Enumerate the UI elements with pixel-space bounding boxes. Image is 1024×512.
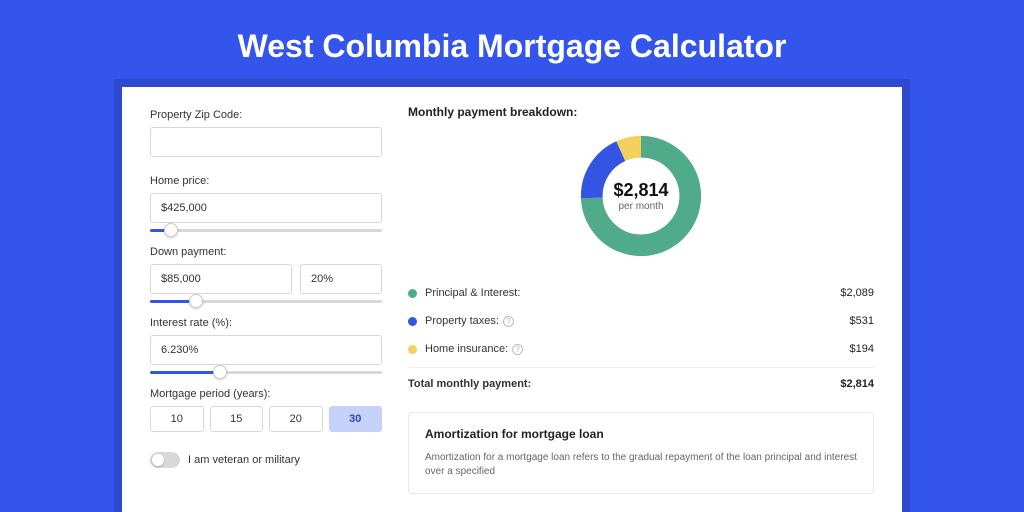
slider-thumb[interactable] (213, 365, 227, 379)
rate-label: Interest rate (%): (150, 317, 382, 329)
amortization-title: Amortization for mortgage loan (425, 427, 857, 441)
period-btn-10[interactable]: 10 (150, 406, 204, 432)
veteran-label: I am veteran or military (188, 454, 300, 466)
rate-slider[interactable] (150, 371, 382, 374)
down-payment-block: Down payment: (150, 246, 382, 303)
amortization-text: Amortization for a mortgage loan refers … (425, 451, 857, 479)
legend-row-total: Total monthly payment: $2,814 (408, 367, 874, 398)
info-icon[interactable]: ? (512, 344, 523, 355)
zip-input[interactable] (150, 127, 382, 157)
donut-center: $2,814 per month (576, 131, 706, 261)
page-title: West Columbia Mortgage Calculator (0, 0, 1024, 87)
legend-dot-icon (408, 317, 417, 326)
calculator-card: Property Zip Code: Home price: Down paym… (122, 87, 902, 512)
amortization-box: Amortization for mortgage loan Amortizat… (408, 412, 874, 494)
legend-label-taxes: Property taxes: (425, 315, 499, 327)
legend-dot-icon (408, 289, 417, 298)
slider-thumb[interactable] (189, 294, 203, 308)
veteran-toggle[interactable] (150, 452, 180, 468)
inputs-column: Property Zip Code: Home price: Down paym… (122, 87, 402, 512)
info-icon[interactable]: ? (503, 316, 514, 327)
legend-dot-icon (408, 345, 417, 354)
results-column: Monthly payment breakdown: $2,814 per mo… (402, 87, 902, 512)
home-price-block: Home price: (150, 175, 382, 232)
legend-value-principal: $2,089 (840, 287, 874, 299)
legend-row-principal: Principal & Interest: $2,089 (408, 279, 874, 307)
period-btn-20[interactable]: 20 (269, 406, 323, 432)
donut-chart: $2,814 per month (576, 131, 706, 261)
slider-thumb[interactable] (164, 223, 178, 237)
legend-row-taxes: Property taxes: ? $531 (408, 307, 874, 335)
veteran-row: I am veteran or military (150, 452, 382, 468)
legend-value-taxes: $531 (850, 315, 874, 327)
zip-label: Property Zip Code: (150, 109, 382, 121)
down-payment-label: Down payment: (150, 246, 382, 258)
down-payment-slider[interactable] (150, 300, 382, 303)
donut-chart-wrap: $2,814 per month (408, 131, 874, 261)
rate-input[interactable] (150, 335, 382, 365)
donut-sub: per month (618, 201, 663, 212)
donut-amount: $2,814 (613, 180, 668, 201)
home-price-input[interactable] (150, 193, 382, 223)
down-payment-pct-input[interactable] (300, 264, 382, 294)
home-price-slider[interactable] (150, 229, 382, 232)
period-label: Mortgage period (years): (150, 388, 382, 400)
legend-row-insurance: Home insurance: ? $194 (408, 335, 874, 363)
down-payment-input[interactable] (150, 264, 292, 294)
breakdown-title: Monthly payment breakdown: (408, 105, 874, 119)
slider-fill (150, 371, 220, 374)
zip-field-block: Property Zip Code: (150, 109, 382, 161)
legend-label-insurance: Home insurance: (425, 343, 508, 355)
legend-total-label: Total monthly payment: (408, 378, 531, 390)
legend-value-insurance: $194 (850, 343, 874, 355)
legend-label-principal: Principal & Interest: (425, 287, 520, 299)
legend-total-value: $2,814 (840, 378, 874, 390)
home-price-label: Home price: (150, 175, 382, 187)
rate-block: Interest rate (%): (150, 317, 382, 374)
period-options: 10 15 20 30 (150, 406, 382, 432)
period-btn-15[interactable]: 15 (210, 406, 264, 432)
period-btn-30[interactable]: 30 (329, 406, 383, 432)
period-block: Mortgage period (years): 10 15 20 30 (150, 388, 382, 432)
